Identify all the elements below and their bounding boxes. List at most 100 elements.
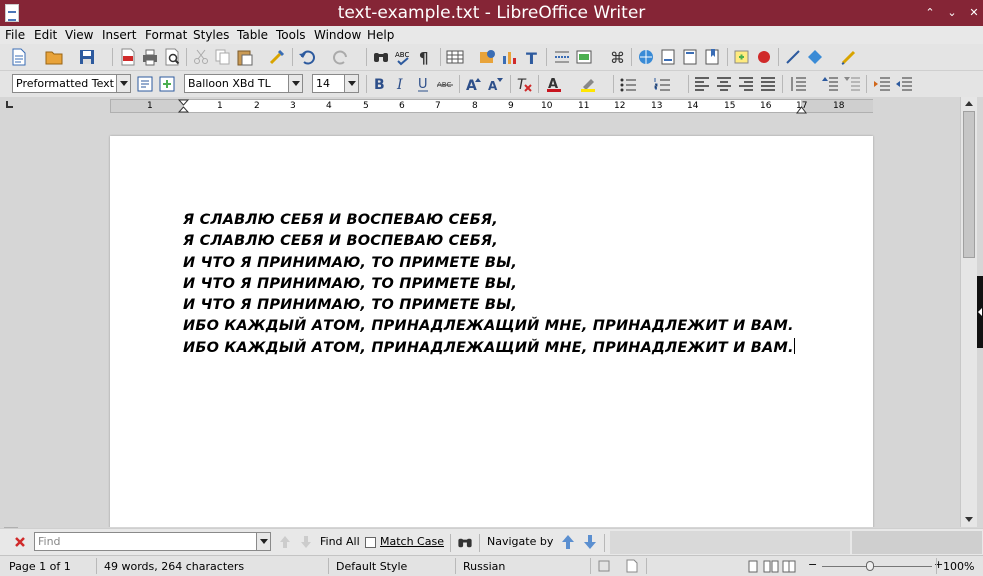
align-left-icon[interactable] bbox=[693, 75, 711, 93]
font-name-select[interactable]: Balloon XBd TL bbox=[184, 74, 303, 93]
font-color-icon[interactable]: A bbox=[545, 75, 563, 93]
menu-view[interactable]: View bbox=[65, 28, 93, 42]
undo-icon[interactable] bbox=[298, 48, 316, 66]
cut-icon[interactable] bbox=[192, 48, 210, 66]
find-previous-icon[interactable] bbox=[278, 534, 292, 550]
tab-stop-icon[interactable] bbox=[6, 101, 13, 108]
text-line[interactable]: ИБО КАЖДЫЙ АТОМ, ПРИНАДЛЕЖАЩИЙ МНЕ, ПРИН… bbox=[183, 340, 794, 356]
track-changes-icon[interactable] bbox=[755, 48, 773, 66]
insert-field-icon[interactable] bbox=[575, 48, 593, 66]
right-indent-marker-icon[interactable] bbox=[796, 105, 807, 114]
language[interactable]: Russian bbox=[463, 560, 505, 573]
maximize-button[interactable]: ⌄ bbox=[944, 5, 960, 21]
zoom-out-button[interactable]: − bbox=[808, 558, 817, 571]
match-case-label[interactable]: Match Case bbox=[380, 535, 444, 548]
match-case-checkbox[interactable] bbox=[365, 537, 376, 548]
formatting-marks-icon[interactable]: ¶ bbox=[416, 48, 434, 66]
menu-tools[interactable]: Tools bbox=[276, 28, 306, 42]
italic-icon[interactable]: I bbox=[392, 75, 410, 93]
text-line[interactable]: И ЧТО Я ПРИНИМАЮ, ТО ПРИМЕТЕ ВЫ, bbox=[183, 295, 795, 316]
menu-edit[interactable]: Edit bbox=[34, 28, 57, 42]
find-next-icon[interactable] bbox=[299, 534, 313, 550]
open-folder-icon[interactable] bbox=[45, 48, 63, 66]
single-page-view-icon[interactable] bbox=[747, 560, 759, 573]
bold-icon[interactable]: B bbox=[370, 75, 388, 93]
insert-chart-icon[interactable] bbox=[501, 48, 519, 66]
book-view-icon[interactable] bbox=[782, 560, 796, 573]
document-modified-icon[interactable] bbox=[626, 559, 638, 573]
zoom-slider[interactable] bbox=[822, 566, 932, 567]
decrease-indent-icon[interactable] bbox=[895, 75, 913, 93]
page-count[interactable]: Page 1 of 1 bbox=[9, 560, 71, 573]
insert-image-icon[interactable] bbox=[479, 48, 497, 66]
close-button[interactable]: ✕ bbox=[966, 5, 982, 21]
scroll-up-icon[interactable] bbox=[963, 98, 975, 110]
bookmark-icon[interactable] bbox=[703, 48, 721, 66]
chevron-down-icon[interactable] bbox=[288, 75, 302, 92]
draw-functions-icon[interactable] bbox=[840, 48, 858, 66]
insert-comment-icon[interactable] bbox=[733, 48, 751, 66]
navigate-up-icon[interactable] bbox=[561, 533, 575, 551]
menu-insert[interactable]: Insert bbox=[102, 28, 136, 42]
horizontal-ruler[interactable]: 1 1 2 3 4 5 6 7 8 9 10 11 12 13 14 15 16… bbox=[110, 99, 873, 114]
word-count[interactable]: 49 words, 264 characters bbox=[104, 560, 244, 573]
insert-mode-icon[interactable] bbox=[598, 560, 610, 572]
new-document-icon[interactable] bbox=[10, 48, 28, 66]
numbered-list-icon[interactable] bbox=[653, 75, 671, 93]
clear-formatting-icon[interactable]: T bbox=[515, 75, 533, 93]
text-line[interactable]: И ЧТО Я ПРИНИМАЮ, ТО ПРИМЕТЕ ВЫ, bbox=[183, 253, 795, 274]
paragraph-style-select[interactable]: Preformatted Text bbox=[12, 74, 131, 93]
multi-page-view-icon[interactable] bbox=[763, 560, 779, 573]
line-spacing-icon[interactable] bbox=[789, 75, 807, 93]
endnote-icon[interactable] bbox=[681, 48, 699, 66]
text-line[interactable]: ИБО КАЖДЫЙ АТОМ, ПРИНАДЛЕЖАЩИЙ МНЕ, ПРИН… bbox=[183, 316, 795, 337]
export-pdf-icon[interactable] bbox=[119, 48, 137, 66]
page-break-icon[interactable] bbox=[553, 48, 571, 66]
print-preview-icon[interactable] bbox=[163, 48, 181, 66]
chevron-down-icon[interactable] bbox=[116, 75, 130, 92]
navigate-down-icon[interactable] bbox=[583, 533, 597, 551]
find-input[interactable]: Find bbox=[34, 532, 271, 551]
menu-file[interactable]: File bbox=[5, 28, 25, 42]
document-text[interactable]: Я СЛАВЛЮ СЕБЯ И ВОСПЕВАЮ СЕБЯ, Я СЛАВЛЮ С… bbox=[183, 210, 795, 359]
insert-table-icon[interactable] bbox=[446, 48, 464, 66]
scrollbar-thumb[interactable] bbox=[963, 111, 975, 258]
text-line[interactable]: Я СЛАВЛЮ СЕБЯ И ВОСПЕВАЮ СЕБЯ, bbox=[183, 210, 795, 231]
underline-icon[interactable]: U bbox=[414, 75, 432, 93]
increase-indent-icon[interactable] bbox=[873, 75, 891, 93]
page[interactable]: Я СЛАВЛЮ СЕБЯ И ВОСПЕВАЮ СЕБЯ, Я СЛАВЛЮ С… bbox=[110, 136, 873, 527]
increase-paragraph-spacing-icon[interactable] bbox=[821, 75, 839, 93]
page-style[interactable]: Default Style bbox=[336, 560, 407, 573]
basic-shapes-icon[interactable] bbox=[806, 48, 824, 66]
update-style-icon[interactable] bbox=[136, 75, 154, 93]
insert-text-box-icon[interactable]: T bbox=[523, 48, 541, 66]
clone-formatting-icon[interactable] bbox=[268, 48, 286, 66]
strikethrough-icon[interactable]: ABC bbox=[436, 75, 454, 93]
spelling-icon[interactable]: ABC bbox=[394, 48, 412, 66]
menu-help[interactable]: Help bbox=[367, 28, 394, 42]
zoom-level[interactable]: 100% bbox=[943, 560, 974, 573]
minimize-button[interactable]: ⌃ bbox=[922, 5, 938, 21]
text-line[interactable]: Я СЛАВЛЮ СЕБЯ И ВОСПЕВАЮ СЕБЯ, bbox=[183, 231, 795, 252]
new-style-icon[interactable] bbox=[158, 75, 176, 93]
menu-table[interactable]: Table bbox=[237, 28, 268, 42]
find-all-button[interactable]: Find All bbox=[320, 535, 360, 548]
decrease-paragraph-spacing-icon[interactable] bbox=[843, 75, 861, 93]
hyperlink-icon[interactable] bbox=[637, 48, 655, 66]
grow-font-icon[interactable]: A bbox=[465, 75, 483, 93]
justify-icon[interactable] bbox=[759, 75, 777, 93]
redo-icon[interactable] bbox=[332, 48, 350, 66]
bullet-list-icon[interactable] bbox=[619, 75, 637, 93]
sidebar-toggle[interactable] bbox=[977, 276, 983, 348]
text-line[interactable]: И ЧТО Я ПРИНИМАЮ, ТО ПРИМЕТЕ ВЫ, bbox=[183, 274, 795, 295]
font-size-select[interactable]: 14 bbox=[312, 74, 359, 93]
print-icon[interactable] bbox=[141, 48, 159, 66]
align-center-icon[interactable] bbox=[715, 75, 733, 93]
chevron-down-icon[interactable] bbox=[256, 533, 270, 550]
highlight-color-icon[interactable] bbox=[579, 75, 597, 93]
save-icon[interactable] bbox=[78, 48, 96, 66]
close-find-icon[interactable] bbox=[14, 536, 26, 548]
zoom-slider-thumb[interactable] bbox=[866, 561, 874, 571]
indent-marker-icon[interactable] bbox=[178, 99, 189, 113]
menu-format[interactable]: Format bbox=[145, 28, 187, 42]
